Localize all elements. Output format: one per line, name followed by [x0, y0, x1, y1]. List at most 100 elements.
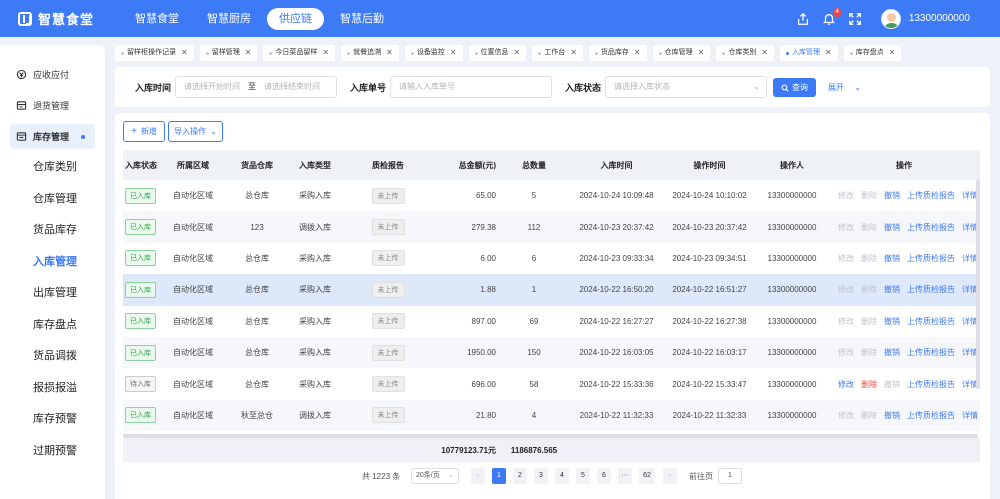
query-button[interactable]: 查询 — [773, 78, 816, 97]
sidebar-sub-goods-stock[interactable]: 货品库存 — [0, 215, 105, 247]
tab-warehouse-category[interactable]: 仓库类别 ✕ — [716, 45, 775, 61]
nav-smart-canteen[interactable]: 智慧食堂 — [123, 8, 191, 30]
vertical-scrollbar[interactable] — [976, 179, 980, 389]
table-row[interactable]: 已入库 自动化区域 总仓库 采购入库 未上传 6.00 6 2024-10-23 09:33:… — [123, 243, 980, 274]
close-icon[interactable]: ✕ — [634, 45, 641, 61]
tab-goods-stock[interactable]: 货品库存 ✕ — [588, 45, 647, 61]
close-icon[interactable]: ✕ — [322, 45, 329, 61]
tab-sample-cabinet-log[interactable]: 留样柜操作记录 ✕ — [115, 45, 194, 61]
col-amount[interactable]: 总金额(元) — [432, 150, 498, 180]
sidebar-item-returns[interactable]: 退货管理 — [0, 90, 105, 121]
col-operator[interactable]: 操作人 — [756, 150, 828, 180]
tab-inbound-manage[interactable]: 入库管理 ✕ — [780, 45, 838, 61]
revoke-link[interactable]: 撤销 — [884, 222, 900, 233]
col-area[interactable]: 所属区域 — [158, 150, 228, 180]
tab-warehouse-manage[interactable]: 仓库管理 ✕ — [652, 45, 711, 61]
tab-sample-manage[interactable]: 留样管理 ✕ — [199, 45, 258, 61]
close-icon[interactable]: ✕ — [889, 45, 896, 61]
user-phone[interactable]: 13300000000 — [909, 13, 970, 24]
prev-page-button[interactable]: ‹ — [471, 468, 485, 484]
close-icon[interactable]: ✕ — [825, 45, 832, 61]
upload-report-link[interactable]: 上传质检报告 — [907, 410, 955, 421]
import-button[interactable]: 导入操作 ⌄ — [168, 121, 223, 142]
nav-smart-logistics[interactable]: 智慧后勤 — [328, 8, 396, 30]
sidebar-item-receivables[interactable]: 应收应付 — [0, 59, 105, 90]
upload-report-link[interactable]: 上传质检报告 — [907, 253, 955, 264]
revoke-link[interactable]: 撤销 — [884, 347, 900, 358]
tab-location-info[interactable]: 位置信息 ✕ — [468, 45, 527, 61]
close-icon[interactable]: ✕ — [514, 45, 521, 61]
export-icon[interactable] — [795, 11, 811, 27]
edit-link[interactable]: 修改 — [838, 379, 854, 390]
page-button[interactable]: 5 — [576, 468, 590, 484]
close-icon[interactable]: ✕ — [245, 45, 252, 61]
nav-smart-kitchen[interactable]: 智慧厨房 — [195, 8, 263, 30]
sidebar-sub-inbound[interactable]: 入库管理 — [0, 247, 105, 279]
table-row[interactable]: 已入库 自动化区域 总仓库 采购入库 未上传 1950.00 150 2024-10-22 1… — [123, 337, 980, 369]
order-number-input[interactable]: 请输入入库单号 — [390, 76, 552, 98]
tab-dining-trace[interactable]: 就餐追溯 ✕ — [341, 45, 399, 61]
col-type[interactable]: 入库类型 — [286, 150, 344, 180]
delete-link[interactable]: 删除 — [861, 379, 877, 390]
page-ellipsis[interactable]: ··· — [618, 468, 632, 484]
table-row[interactable]: 已入库 自动化区域 总仓库 采购入库 未上传 65.00 5 2024-10-24 10:09… — [123, 180, 980, 211]
upload-report-link[interactable]: 上传质检报告 — [907, 379, 955, 390]
upload-report-link[interactable]: 上传质检报告 — [907, 222, 955, 233]
page-button[interactable]: 1 — [492, 468, 506, 484]
close-icon[interactable]: ✕ — [450, 45, 457, 61]
table-row[interactable]: 待入库 自动化区域 总仓库 采购入库 未上传 696.00 58 2024-10-22 15:… — [123, 368, 980, 399]
avatar[interactable] — [880, 8, 901, 29]
tab-workbench[interactable]: 工作台 ✕ — [532, 45, 583, 61]
table-row[interactable]: 已入库 自动化区域 总仓库 采购入库 未上传 897.00 69 2024-10-22 16:… — [123, 306, 980, 337]
page-button[interactable]: 62 — [639, 468, 655, 484]
col-warehouse[interactable]: 货品仓库 — [228, 150, 286, 180]
add-button[interactable]: + 新增 — [123, 121, 165, 142]
sidebar-sub-expiry-warning[interactable]: 过期预警 — [0, 436, 105, 468]
upload-report-link[interactable]: 上传质检报告 — [907, 347, 955, 358]
col-status[interactable]: 入库状态 — [123, 150, 158, 180]
page-size-select[interactable]: 20条/页 ⌄ — [411, 468, 459, 484]
revoke-link[interactable]: 撤销 — [884, 190, 900, 201]
goto-page-input[interactable]: 1 — [718, 468, 742, 484]
fullscreen-icon[interactable] — [847, 11, 863, 27]
detail-link[interactable]: 详情 — [962, 410, 978, 421]
col-qty[interactable]: 总数量 — [498, 150, 570, 180]
app-logo[interactable]: 智慧食堂 — [18, 9, 123, 28]
close-icon[interactable]: ✕ — [698, 45, 705, 61]
sidebar-sub-loss-overflow[interactable]: 报损报溢 — [0, 373, 105, 405]
close-icon[interactable]: ✕ — [570, 45, 577, 61]
col-op-time[interactable]: 操作时间 — [663, 150, 756, 180]
sidebar-sub-stock-warning[interactable]: 库存预警 — [0, 404, 105, 436]
close-icon[interactable]: ✕ — [386, 45, 393, 61]
close-icon[interactable]: ✕ — [761, 45, 768, 61]
page-button[interactable]: 6 — [597, 468, 611, 484]
table-row[interactable]: 已入库 自动化区域 123 调拨入库 未上传 279.38 112 2024-10-23 20… — [123, 211, 980, 243]
close-icon[interactable]: ✕ — [181, 45, 188, 61]
sidebar-sub-warehouse-manage[interactable]: 仓库管理 — [0, 184, 105, 216]
sidebar-sub-warehouse-category[interactable]: 仓库类别 — [0, 152, 105, 184]
upload-report-link[interactable]: 上传质检报告 — [907, 190, 955, 201]
sidebar-item-inventory[interactable]: 库存管理 — [10, 124, 95, 149]
date-range-input[interactable]: 请选择开始时间至请选择结束时间 — [175, 76, 337, 98]
bell-icon[interactable]: 4 — [821, 7, 841, 27]
tab-stocktake[interactable]: 库存盘点 ✕ — [843, 45, 902, 61]
upload-report-link[interactable]: 上传质检报告 — [907, 284, 955, 295]
page-button[interactable]: 4 — [555, 468, 569, 484]
table-row[interactable]: 已入库 自动化区域 总仓库 采购入库 未上传 1.88 1 2024-10-22 16:50:… — [123, 274, 980, 306]
page-button[interactable]: 2 — [513, 468, 527, 484]
sidebar-sub-transfer[interactable]: 货品调拨 — [0, 341, 105, 373]
col-report[interactable]: 质检报告 — [344, 150, 432, 180]
upload-report-link[interactable]: 上传质检报告 — [907, 316, 955, 327]
sidebar-sub-outbound[interactable]: 出库管理 — [0, 278, 105, 310]
expand-toggle[interactable]: 展开 ⌄ — [828, 82, 861, 93]
table-row[interactable]: 已入库 自动化区域 秋至总仓 调拨入库 未上传 21.80 4 2024-10-22 11:3… — [123, 399, 980, 432]
next-page-button[interactable]: › — [663, 468, 677, 484]
col-in-time[interactable]: 入库时间 — [570, 150, 663, 180]
sidebar-sub-stocktake[interactable]: 库存盘点 — [0, 310, 105, 342]
tab-device-monitor[interactable]: 设备监控 ✕ — [404, 45, 463, 61]
status-select[interactable]: 请选择入库状态 ⌄ — [605, 76, 767, 98]
nav-supply-chain[interactable]: 供应链 — [267, 7, 324, 30]
revoke-link[interactable]: 撤销 — [884, 284, 900, 295]
tab-today-dish-sample[interactable]: 今日菜品留样 ✕ — [263, 45, 336, 61]
page-button[interactable]: 3 — [534, 468, 548, 484]
